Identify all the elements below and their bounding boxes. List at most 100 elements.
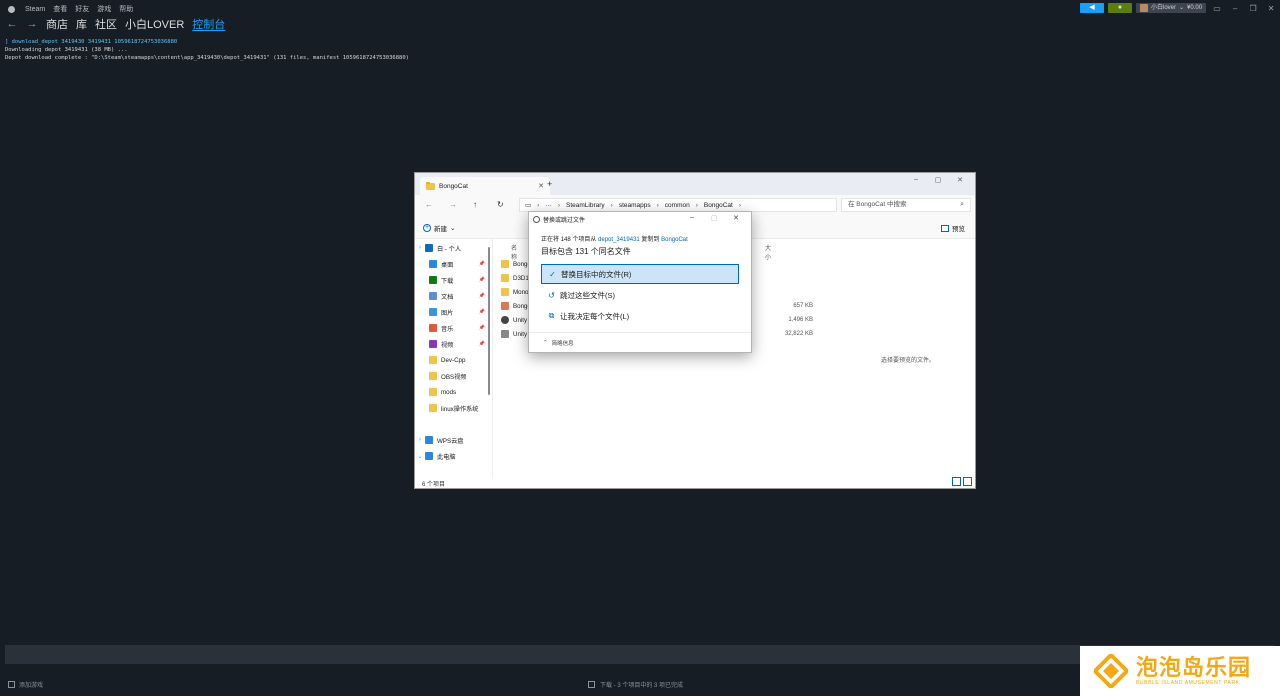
folder-icon [429, 404, 437, 412]
option-label: 替换目标中的文件(R) [561, 269, 632, 279]
copy-mid: 复制到 [641, 237, 660, 243]
menu-games[interactable]: 游戏 [97, 4, 111, 14]
details-view-icon[interactable] [952, 477, 961, 486]
account-menu[interactable]: 小白lover ⌄ ¥0.00 [1136, 3, 1207, 13]
pin-icon: 📌 [478, 293, 485, 299]
forward-arrow-icon[interactable]: → [26, 18, 38, 30]
back-arrow-icon[interactable]: ← [425, 200, 433, 209]
minimize-icon[interactable]: – [681, 214, 703, 222]
account-name: 小白lover [1151, 5, 1177, 11]
cloud-icon [425, 436, 433, 444]
sidebar-item[interactable]: ⌄ 此电脑 [415, 449, 491, 463]
nav-console[interactable]: 控制台 [192, 16, 225, 32]
sidebar-item[interactable]: 下载 📌 [415, 273, 491, 287]
chevron-icon[interactable]: › [415, 245, 425, 251]
close-icon[interactable]: ✕ [725, 214, 747, 222]
breadcrumb-item[interactable]: steamapps [619, 202, 651, 209]
skip-icon: ↺ [548, 290, 555, 300]
new-button[interactable]: + 新建 ⌄ [423, 223, 455, 233]
menu-help[interactable]: 帮助 [119, 4, 133, 14]
folder-icon [501, 260, 509, 268]
minimize-icon[interactable]: – [905, 176, 927, 184]
steam-logo-icon [8, 5, 15, 13]
big-picture-icon[interactable]: ▭ [1210, 4, 1224, 13]
decide-option[interactable]: ⧉ 让我决定每个文件(L) [541, 306, 739, 326]
download-status[interactable]: 下载 - 3 个项目中的 3 项已完成 [588, 680, 683, 689]
tiles-view-icon[interactable] [963, 477, 972, 486]
chevron-right-icon: › [537, 201, 540, 209]
sidebar-item[interactable]: › WPS云盘 [415, 433, 491, 447]
breadcrumb-item[interactable]: BongoCat [704, 202, 733, 209]
steam-header: Steam 查看 好友 游戏 帮助 ← → 商店 库 社区 小白LOVER 控制… [0, 0, 1280, 36]
menu-friends[interactable]: 好友 [75, 4, 89, 14]
folder-icon [426, 181, 435, 190]
nav-library[interactable]: 库 [76, 16, 87, 32]
notifications-button[interactable]: ● [1108, 3, 1132, 13]
forward-arrow-icon[interactable]: → [449, 200, 457, 209]
music-icon [429, 324, 437, 332]
breadcrumb-item[interactable]: common [665, 202, 690, 209]
nav-profile[interactable]: 小白LOVER [125, 16, 184, 32]
explorer-tab[interactable]: BongoCat ✕ [420, 177, 550, 195]
sidebar-item[interactable]: 视频 📌 [415, 337, 491, 351]
maximize-icon[interactable]: ▢ [927, 176, 949, 184]
folder-icon [429, 372, 437, 380]
document-icon [429, 292, 437, 300]
preview-button[interactable]: 预览 [941, 223, 965, 233]
broadcast-button[interactable]: ◀ [1080, 3, 1104, 13]
source-link[interactable]: depot_3419431 [598, 237, 640, 243]
sidebar-item[interactable]: linux操作系统 [415, 401, 491, 415]
file-name: Unity [513, 330, 528, 338]
chevron-icon[interactable]: ⌄ [415, 453, 425, 460]
menu-view[interactable]: 查看 [53, 4, 67, 14]
pictures-icon [429, 308, 437, 316]
tab-close-icon[interactable]: ✕ [538, 182, 544, 190]
preview-label: 预览 [952, 226, 965, 233]
close-icon[interactable]: ✕ [1264, 4, 1278, 13]
sidebar-item-label: mods [441, 388, 457, 396]
nav-store[interactable]: 商店 [46, 16, 68, 32]
sidebar-item[interactable]: 文档 📌 [415, 289, 491, 303]
file-name: D3D1 [513, 274, 529, 282]
pin-icon: 📌 [478, 325, 485, 331]
search-input[interactable]: 在 BongoCat 中搜索 ⌕ [841, 198, 971, 212]
nav-community[interactable]: 社区 [95, 16, 117, 32]
back-arrow-icon[interactable]: ← [6, 18, 18, 30]
address-bar[interactable]: ▭ › ··· › SteamLibrary › steamapps › com… [519, 198, 837, 212]
sidebar-item[interactable]: Dev-Cpp [415, 353, 491, 367]
overflow-icon[interactable]: ··· [545, 202, 552, 209]
details-toggle[interactable]: ⌃ 简略信息 [529, 332, 751, 352]
skip-option[interactable]: ↺ 跳过这些文件(S) [541, 285, 739, 305]
close-icon[interactable]: ✕ [949, 176, 971, 184]
sidebar-item[interactable]: 桌面 📌 [415, 257, 491, 271]
pc-icon [425, 452, 433, 460]
file-size: 1,496 KB [788, 317, 813, 323]
breadcrumb-item[interactable]: SteamLibrary [566, 202, 605, 209]
menu-steam[interactable]: Steam [25, 6, 45, 13]
pin-icon: 📌 [478, 309, 485, 315]
destination-link[interactable]: BongoCat [661, 237, 688, 243]
minimize-icon[interactable]: – [1228, 4, 1242, 13]
sidebar-item[interactable]: 图片 📌 [415, 305, 491, 319]
maximize-icon[interactable]: ❐ [1246, 4, 1260, 13]
chevron-icon[interactable]: › [415, 437, 425, 443]
copy-description: 正在将 148 个项目从 depot_3419431 复制到 BongoCat [541, 234, 688, 243]
replace-option[interactable]: ✓ 替换目标中的文件(R) [541, 264, 739, 284]
app-icon [501, 302, 509, 310]
refresh-icon[interactable]: ↻ [497, 200, 504, 209]
add-game-button[interactable]: 添加游戏 [8, 680, 43, 689]
sidebar-item[interactable]: › 白 - 个人 [415, 241, 491, 255]
sidebar-item[interactable]: mods [415, 385, 491, 399]
chevron-right-icon: › [695, 201, 698, 209]
avatar [1140, 4, 1148, 12]
up-arrow-icon[interactable]: ↑ [473, 200, 477, 209]
add-icon [8, 681, 15, 688]
navigation-pane: › 白 - 个人 桌面 📌 下载 📌 文档 📌 图片 📌 音乐 📌 视频 📌 Dev-Cpp OBS视频 mod… [415, 239, 493, 479]
sidebar-item[interactable]: 音乐 📌 [415, 321, 491, 335]
pin-icon: 📌 [478, 277, 485, 283]
details-label: 简略信息 [551, 340, 574, 347]
search-placeholder: 在 BongoCat 中搜索 [848, 201, 907, 208]
new-tab-icon[interactable]: + [547, 179, 552, 189]
download-icon [588, 681, 595, 688]
sidebar-item[interactable]: OBS视频 [415, 369, 491, 383]
